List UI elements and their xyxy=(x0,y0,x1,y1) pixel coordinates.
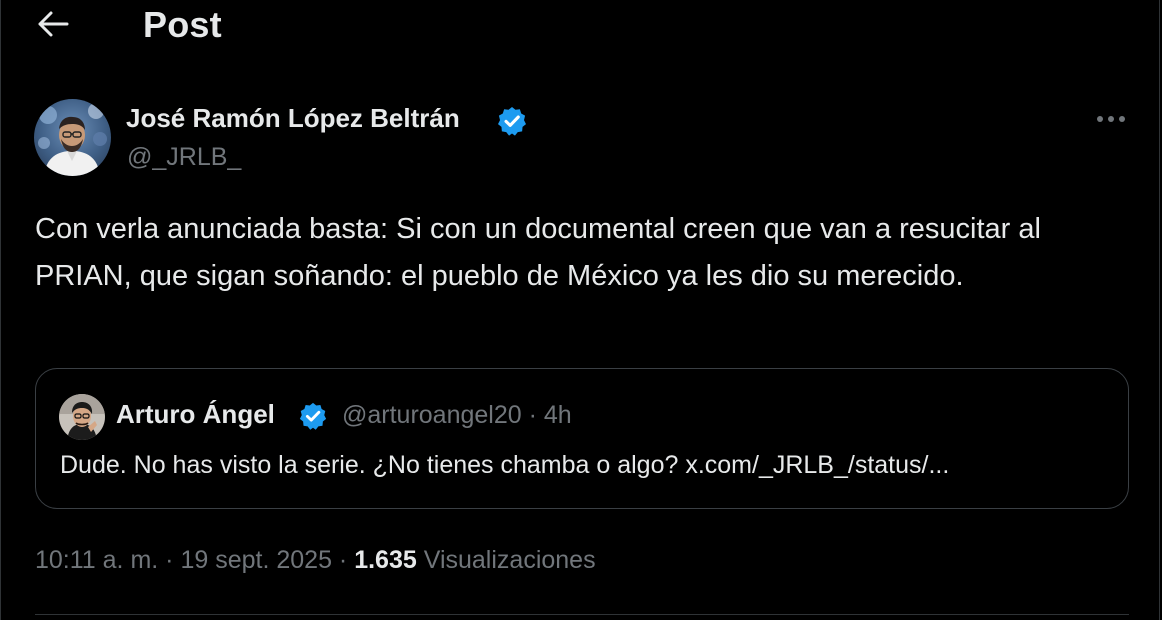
views-label: Visualizaciones xyxy=(423,546,596,574)
quote-text: Dude. No has visto la serie. ¿No tienes … xyxy=(60,451,950,479)
separator-dot: · xyxy=(528,401,537,429)
post-date[interactable]: 19 sept. 2025 xyxy=(180,546,332,574)
quote-time[interactable]: 4h xyxy=(544,401,572,429)
separator-dot: · xyxy=(338,546,348,574)
page-title: Post xyxy=(143,4,222,45)
quote-avatar[interactable] xyxy=(59,394,105,440)
post-meta: 10:11 a. m. · 19 sept. 2025 · 1.635 Visu… xyxy=(35,546,596,575)
verified-badge-icon xyxy=(496,105,528,137)
avatar[interactable] xyxy=(34,99,111,176)
quote-meta: @arturoangel20 · 4h xyxy=(342,401,572,430)
divider xyxy=(35,614,1129,615)
post-time[interactable]: 10:11 a. m. xyxy=(35,546,158,574)
post-text: Con verla anunciada basta: Si con un doc… xyxy=(35,213,1041,292)
more-options-button[interactable] xyxy=(1091,104,1131,134)
quote-author-name[interactable]: Arturo Ángel xyxy=(116,399,275,430)
quote-author-handle[interactable]: @arturoangel20 xyxy=(342,401,522,429)
author-name[interactable]: José Ramón López Beltrán xyxy=(126,103,460,134)
verified-badge-icon xyxy=(298,401,328,431)
back-button[interactable] xyxy=(31,6,75,46)
separator-dot: · xyxy=(165,546,174,574)
more-horizontal-icon xyxy=(1096,110,1126,128)
post-detail-view: Post José Ramón López Beltrán @_JRLB_ Co… xyxy=(0,0,1160,620)
top-bar: Post xyxy=(1,0,1161,56)
views-count: 1.635 xyxy=(354,546,417,574)
arrow-left-icon xyxy=(37,10,69,43)
author-handle[interactable]: @_JRLB_ xyxy=(127,143,241,172)
quoted-post[interactable]: Arturo Ángel @arturoangel20 · 4h Dude. N… xyxy=(35,368,1129,509)
